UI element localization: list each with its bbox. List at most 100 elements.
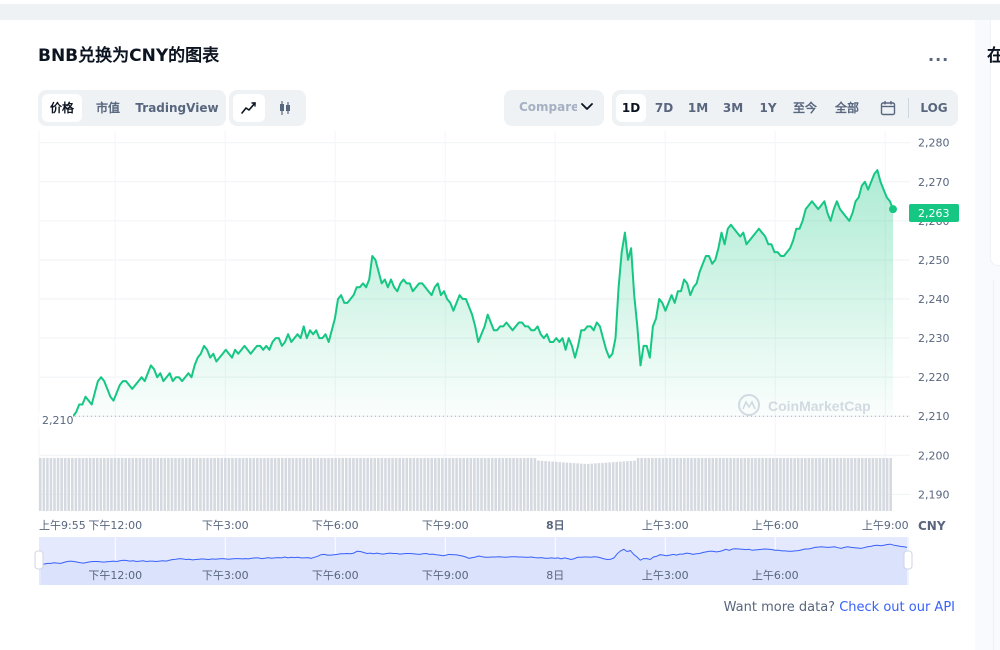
- navigator[interactable]: 下午12:00 下午3:00 下午6:00 下午9:00 8日 上午3:00 上午6:00: [34, 537, 913, 585]
- volume-bar: [800, 458, 804, 511]
- y-axis: 2,2802,2702,2602,2502,2402,2302,2202,210…: [918, 137, 950, 502]
- volume-bar: [878, 458, 882, 511]
- volume-bar: [615, 461, 619, 511]
- volume-bar: [387, 458, 391, 511]
- volume-bar: [334, 458, 337, 511]
- volume-bar: [811, 458, 814, 511]
- volume-bar: [88, 458, 92, 511]
- volume-bar: [747, 458, 750, 511]
- volume-bar: [234, 458, 238, 511]
- price-chart[interactable]: 2,2802,2702,2602,2502,2402,2302,2202,210…: [0, 0, 1000, 650]
- volume-bar: [330, 458, 334, 511]
- volume-bar: [135, 458, 138, 511]
- volume-bar: [672, 458, 675, 511]
- navigator-right-handle[interactable]: [903, 550, 913, 570]
- api-link[interactable]: Check out our API: [839, 600, 955, 615]
- current-price-text: 2,263: [918, 207, 950, 220]
- volume-bar: [156, 458, 159, 511]
- volume-bar: [405, 458, 409, 511]
- volume-bar: [505, 458, 508, 511]
- volume-bar: [768, 458, 772, 511]
- volume-bar: [743, 458, 747, 511]
- volume-bar: [362, 458, 366, 511]
- volume-bar: [266, 458, 270, 511]
- volume-bar: [245, 458, 248, 511]
- volume-bar: [277, 458, 280, 511]
- volume-bar: [316, 458, 320, 511]
- volume-bar: [601, 462, 604, 511]
- volume-bar: [416, 458, 419, 511]
- volume-bar: [71, 458, 74, 511]
- volume-bar: [341, 458, 345, 511]
- volume-bar: [647, 458, 651, 511]
- volume-bar: [469, 458, 473, 511]
- volume-bar: [295, 458, 298, 511]
- volume-bar: [836, 458, 839, 511]
- volume-bar: [551, 461, 554, 511]
- x-tick-label: 上午6:00: [752, 519, 799, 532]
- volume-bar: [579, 463, 583, 511]
- volume-bar: [843, 458, 846, 511]
- y-tick-label: 2,190: [918, 488, 950, 501]
- volume-bar: [544, 461, 547, 511]
- volume-bar: [725, 458, 729, 511]
- volume-bar: [480, 458, 483, 511]
- volume-bar: [412, 458, 416, 511]
- volume-bar: [149, 458, 152, 511]
- volume-bar: [284, 458, 288, 511]
- volume-bar: [437, 458, 441, 511]
- x-tick-label: 下午3:00: [202, 519, 249, 532]
- volume-bar: [804, 458, 807, 511]
- volume-bar: [49, 458, 53, 511]
- volume-bar: [458, 458, 462, 511]
- volume-bar: [74, 458, 78, 511]
- x-tick-label: 下午6:00: [312, 519, 359, 532]
- volume-bar: [494, 458, 498, 511]
- volume-bar: [384, 458, 387, 511]
- volume-bar: [764, 458, 768, 511]
- volume-bar: [882, 458, 885, 511]
- volume-bar: [188, 458, 192, 511]
- volume-bar: [779, 458, 782, 511]
- x-tick-label: 上午9:00: [862, 519, 909, 532]
- volume-bar: [583, 463, 586, 511]
- volume-bar: [120, 458, 124, 511]
- volume-bar: [391, 458, 394, 511]
- volume-bar: [131, 458, 135, 511]
- volume-bar: [565, 462, 569, 511]
- volume-bar: [562, 462, 565, 511]
- volume-bar: [345, 458, 348, 511]
- volume-bar: [455, 458, 458, 511]
- navigator-label: 下午6:00: [312, 569, 359, 582]
- volume-bar: [796, 458, 800, 511]
- volume-bar: [259, 458, 263, 511]
- volume-bar: [202, 458, 206, 511]
- footer-api-link: Want more data? Check out our API: [724, 600, 955, 615]
- volume-bar: [498, 458, 501, 511]
- volume-bar: [885, 458, 889, 511]
- volume-bar: [159, 458, 163, 511]
- volume-bar: [473, 458, 476, 511]
- x-tick-label: 下午12:00: [88, 519, 142, 532]
- volume-bar: [643, 458, 647, 511]
- volume-bar: [515, 458, 519, 511]
- y-tick-label: 2,230: [918, 332, 950, 345]
- volume-bar: [241, 458, 245, 511]
- volume-bar: [846, 458, 850, 511]
- navigator-label: 上午3:00: [642, 569, 689, 582]
- volume-bar: [359, 458, 362, 511]
- navigator-left-handle[interactable]: [34, 550, 44, 570]
- volume-bar: [775, 458, 779, 511]
- volume-bar: [78, 458, 81, 511]
- volume-bar: [665, 458, 668, 511]
- volume-bar: [586, 463, 590, 511]
- volume-bar: [754, 458, 757, 511]
- volume-bar: [206, 458, 209, 511]
- volume-bar: [56, 458, 60, 511]
- volume-bar: [466, 458, 469, 511]
- volume-bar: [53, 458, 56, 511]
- volume-bar: [288, 458, 291, 511]
- volume-bar: [209, 458, 213, 511]
- volume-bar: [320, 458, 323, 511]
- navigator-label: 下午12:00: [88, 569, 142, 582]
